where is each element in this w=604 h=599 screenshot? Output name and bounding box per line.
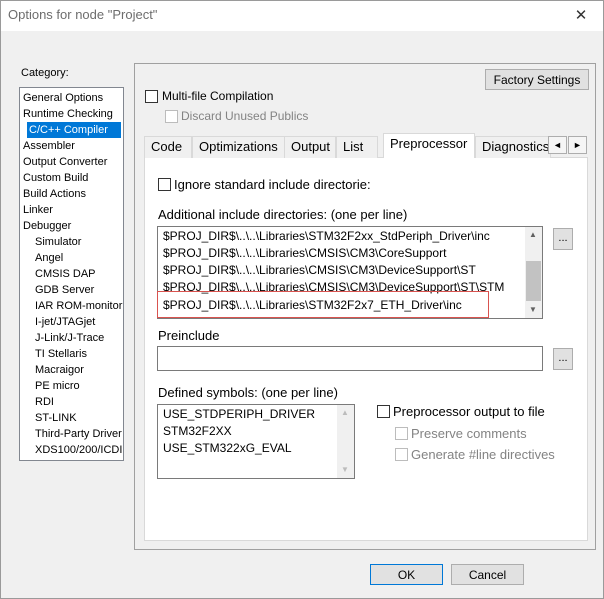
title-bar: Options for node "Project" ✕ — [1, 1, 603, 31]
category-item[interactable]: Build Actions — [21, 186, 88, 202]
defined-symbols-textarea[interactable]: USE_STDPERIPH_DRIVER STM32F2XX USE_STM32… — [157, 404, 355, 479]
category-item[interactable]: I-jet/JTAGjet — [33, 314, 97, 330]
category-item[interactable]: TI Stellaris — [33, 346, 89, 362]
category-item[interactable]: Macraigor — [33, 362, 86, 378]
dialog-title: Options for node "Project" — [8, 7, 158, 22]
preinclude-browse-button[interactable]: ... — [553, 348, 573, 370]
tab-diagnostics[interactable]: Diagnostics — [475, 136, 551, 158]
preinclude-input[interactable] — [157, 346, 543, 371]
ok-button[interactable]: OK — [370, 564, 443, 585]
tab-preprocessor[interactable]: Preprocessor — [383, 133, 475, 158]
ignore-standard-include-label: Ignore standard include directorie: — [174, 177, 371, 192]
tab-optimizations[interactable]: Optimizations — [192, 136, 286, 158]
chevron-down-icon: ▼ — [341, 465, 349, 474]
discard-unused-publics-checkbox[interactable] — [165, 110, 178, 123]
include-directories-label: Additional include directories: (one per… — [158, 207, 408, 222]
category-label: Category: — [21, 67, 69, 79]
preinclude-label: Preinclude — [158, 328, 220, 343]
category-item[interactable]: Custom Build — [21, 170, 90, 186]
tab-list-label: List — [343, 139, 364, 154]
preprocessor-output-label: Preprocessor output to file — [393, 404, 545, 419]
category-item[interactable]: XDS100/200/ICDI — [33, 442, 124, 458]
preprocessor-output-checkbox[interactable] — [377, 405, 390, 418]
category-item[interactable]: RDI — [33, 394, 56, 410]
close-icon: ✕ — [574, 7, 588, 24]
tab-code-label: Code — [151, 139, 183, 154]
defined-symbol-line: USE_STDPERIPH_DRIVER — [163, 407, 316, 421]
tab-preprocessor-label: Preprocessor — [390, 136, 468, 151]
triangle-left-icon: ◄ — [553, 140, 562, 150]
defined-symbol-line: USE_STM322xG_EVAL — [163, 441, 292, 455]
options-dialog: Options for node "Project" ✕ Category: G… — [0, 0, 604, 599]
tab-output[interactable]: Output — [284, 136, 336, 158]
include-dirs-scrollbar[interactable]: ▲ ▼ — [525, 227, 542, 318]
tab-scroll-left-button[interactable]: ◄ — [548, 136, 567, 154]
generate-line-directives-checkbox[interactable] — [395, 448, 408, 461]
defined-symbols-label: Defined symbols: (one per line) — [158, 385, 338, 400]
category-item[interactable]: CMSIS DAP — [33, 266, 98, 282]
category-item[interactable]: Assembler — [21, 138, 77, 154]
category-list[interactable]: General Options Runtime Checking C/C++ Com… — [19, 87, 124, 461]
include-dir-line: $PROJ_DIR$\..\..\Libraries\STM32F2xx_Std… — [163, 229, 490, 243]
chevron-down-icon: ▼ — [529, 305, 537, 314]
include-dirs-browse-button[interactable]: ... — [553, 228, 573, 250]
category-item[interactable]: Runtime Checking — [21, 106, 115, 122]
highlight-annotation-box — [157, 291, 489, 318]
category-item[interactable]: Angel — [33, 250, 65, 266]
category-item[interactable]: PE micro — [33, 378, 82, 394]
tab-scroll-right-button[interactable]: ► — [568, 136, 587, 154]
category-item[interactable]: General Options — [21, 90, 105, 106]
tab-code[interactable]: Code — [144, 136, 192, 158]
triangle-right-icon: ► — [573, 140, 582, 150]
tab-output-label: Output — [291, 139, 331, 154]
category-item[interactable]: ST-LINK — [33, 410, 79, 426]
defined-symbol-line: STM32F2XX — [163, 424, 232, 438]
discard-unused-publics-label: Discard Unused Publics — [181, 109, 309, 123]
multi-file-compilation-checkbox[interactable] — [145, 90, 158, 103]
multi-file-compilation-label: Multi-file Compilation — [162, 89, 274, 103]
include-dir-line: $PROJ_DIR$\..\..\Libraries\CMSIS\CM3\Cor… — [163, 246, 447, 260]
defined-symbols-scrollbar[interactable]: ▲ ▼ — [337, 405, 354, 478]
tab-diagnostics-label: Diagnostics — [482, 139, 550, 154]
include-dir-line: $PROJ_DIR$\..\..\Libraries\CMSIS\CM3\Dev… — [163, 263, 476, 277]
category-item[interactable]: IAR ROM-monitor — [33, 298, 124, 314]
category-item[interactable]: GDB Server — [33, 282, 96, 298]
category-item[interactable]: Third-Party Driver — [33, 426, 124, 442]
category-item[interactable]: Linker — [21, 202, 55, 218]
category-item[interactable]: Simulator — [33, 234, 83, 250]
cancel-button[interactable]: Cancel — [451, 564, 524, 585]
generate-line-directives-label: Generate #line directives — [411, 447, 555, 462]
preserve-comments-checkbox[interactable] — [395, 427, 408, 440]
category-item[interactable]: C/C++ Compiler — [27, 122, 121, 138]
preserve-comments-label: Preserve comments — [411, 426, 527, 441]
close-button[interactable]: ✕ — [563, 1, 599, 29]
category-item[interactable]: Output Converter — [21, 154, 109, 170]
factory-settings-button[interactable]: Factory Settings — [485, 69, 589, 90]
chevron-up-icon: ▲ — [341, 408, 349, 417]
tab-optimizations-label: Optimizations — [199, 139, 278, 154]
ignore-standard-include-checkbox[interactable] — [158, 178, 171, 191]
chevron-up-icon: ▲ — [529, 230, 537, 239]
scrollbar-thumb[interactable] — [526, 261, 541, 301]
category-item[interactable]: J-Link/J-Trace — [33, 330, 106, 346]
tab-list[interactable]: List — [336, 136, 378, 158]
category-item[interactable]: Debugger — [21, 218, 73, 234]
